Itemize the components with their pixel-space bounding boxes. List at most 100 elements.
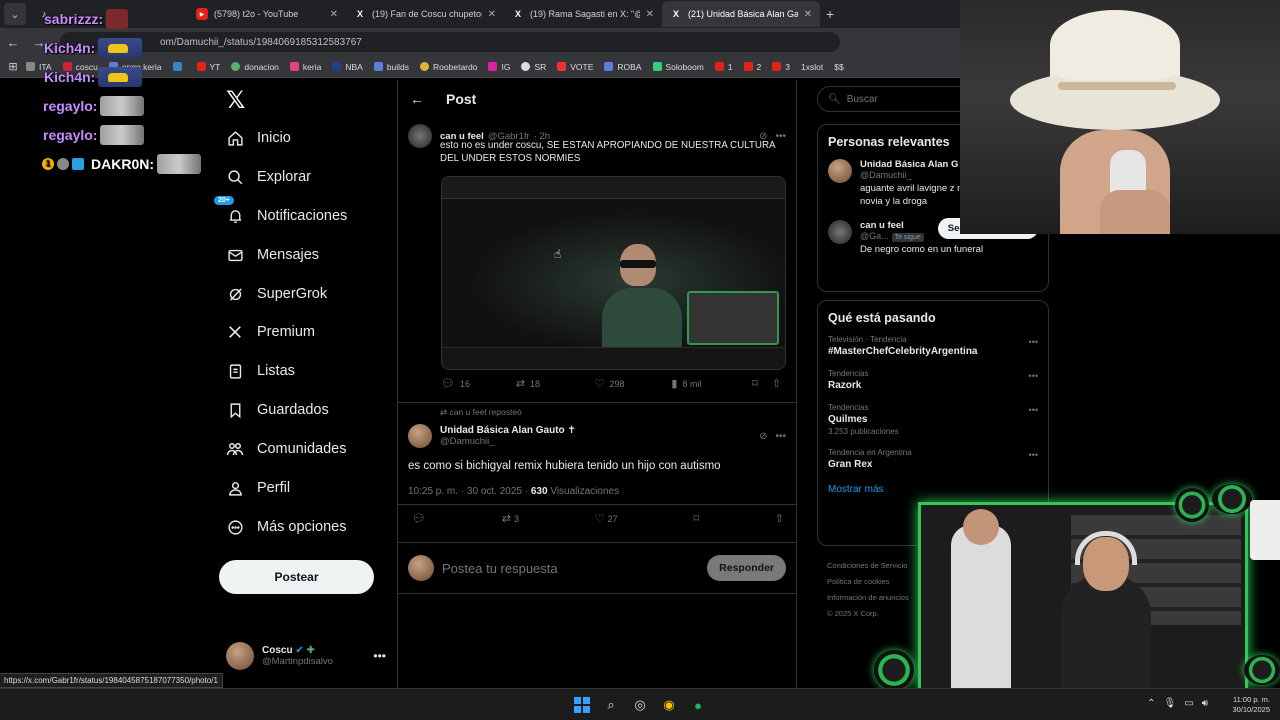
views-chart-icon: ▮ bbox=[671, 378, 678, 390]
like-action[interactable]: ♡ 27 bbox=[595, 512, 618, 525]
quoted-tweet[interactable]: can u feel @Gabr1fr · 2h ⊘ ••• esto no e… bbox=[398, 120, 796, 169]
avatar bbox=[226, 642, 254, 670]
nav-item-premium[interactable]: Premium bbox=[226, 320, 315, 344]
bookmark-item[interactable]: 2 bbox=[743, 62, 761, 72]
clock[interactable]: 11:00 p. m. 30/10/2025 bbox=[1232, 695, 1270, 715]
reply-action[interactable]: 💬︎ 16 bbox=[441, 377, 516, 390]
search-icon[interactable]: ⌕ bbox=[603, 697, 619, 713]
chat-emote bbox=[106, 8, 129, 29]
nav-item-bookmarks[interactable]: Guardados bbox=[226, 398, 329, 422]
nav-item-notifications[interactable]: 20+ Notificaciones bbox=[214, 196, 347, 228]
more-dots-icon[interactable]: ••• bbox=[1029, 450, 1038, 460]
grok-icon[interactable]: ⊘ bbox=[759, 431, 767, 442]
more-dots-icon[interactable]: ••• bbox=[1029, 405, 1038, 415]
apps-grid-icon[interactable]: ⊞ bbox=[0, 60, 26, 73]
trend-item[interactable]: Tendencias Razork ••• bbox=[818, 365, 1048, 399]
browser-tab-active[interactable]: X (21) Unidad Básica Alan Gauto ✕ bbox=[662, 1, 820, 27]
close-tab-icon[interactable]: ✕ bbox=[804, 9, 812, 20]
nav-item-messages[interactable]: Mensajes bbox=[226, 243, 319, 267]
reply-action[interactable]: 💬︎ bbox=[412, 512, 426, 525]
more-dots-icon[interactable]: ••• bbox=[373, 649, 386, 663]
volume-icon[interactable]: 🔊︎ bbox=[1202, 698, 1208, 709]
nav-item-lists[interactable]: Listas bbox=[226, 359, 295, 383]
bookmark-item[interactable]: NBA bbox=[332, 62, 363, 72]
nav-item-home[interactable]: Inicio bbox=[226, 126, 291, 150]
x-logo-icon[interactable]: 𝕏 bbox=[226, 86, 245, 115]
more-dots-icon[interactable]: ••• bbox=[775, 431, 786, 442]
bookmark-item[interactable]: 1 bbox=[714, 62, 733, 72]
bookmark-item[interactable]: Soloboom bbox=[652, 62, 704, 72]
bookmark-item[interactable]: 3 bbox=[772, 62, 790, 72]
mic-icon[interactable]: 🎙︎ bbox=[1164, 698, 1177, 709]
share-action[interactable]: ⇧ bbox=[772, 377, 786, 390]
views-action[interactable]: ▮ 8 mil bbox=[671, 377, 752, 390]
chat-badges: 1 bbox=[42, 157, 87, 170]
chat-emote bbox=[98, 66, 143, 87]
reply-button[interactable]: Responder bbox=[707, 555, 786, 581]
chrome-icon[interactable]: ◉ bbox=[661, 697, 677, 713]
nav-item-communities[interactable]: Comunidades bbox=[226, 437, 346, 461]
tweet-text: esto no es under coscu, SE ESTAN APROPIA… bbox=[440, 140, 776, 164]
tab-search-button[interactable]: ⌄ bbox=[4, 3, 26, 25]
tweet-meta: 10:25 p. m. · 30 oct. 2025 · 630 Visuali… bbox=[408, 486, 620, 497]
bookmark-item[interactable]: builds bbox=[373, 62, 409, 72]
post-button[interactable]: Postear bbox=[219, 560, 374, 594]
trend-item[interactable]: Tendencias Quilmes 3.253 publicaciones •… bbox=[818, 399, 1048, 444]
trend-item[interactable]: Televisión · Tendencia #MasterChefCelebr… bbox=[818, 331, 1048, 365]
bookmark-item[interactable]: 1xslot bbox=[801, 62, 823, 72]
account-switcher[interactable]: Coscu ✔ ✚ @Martinpdisalvo ••• bbox=[226, 642, 386, 670]
casino-chip-icon bbox=[1212, 484, 1252, 514]
quoted-actions: 💬︎ 16 ⇄ 18 ♡ 298 ▮ 8 mil ⌑ ⇧ bbox=[441, 377, 786, 390]
repost-action[interactable]: ⇄ 3 bbox=[502, 512, 519, 525]
bookmark-item[interactable]: $$ bbox=[834, 62, 843, 72]
repost-icon: ⇄ bbox=[501, 513, 514, 525]
x-icon: X bbox=[672, 9, 679, 19]
more-dots-icon[interactable]: ••• bbox=[775, 131, 786, 142]
bookmark-action[interactable]: ⌑ bbox=[693, 512, 699, 525]
avatar[interactable] bbox=[408, 124, 432, 148]
tweet-media-image[interactable]: ☝ bbox=[441, 176, 786, 370]
nav-item-profile[interactable]: Perfil bbox=[226, 476, 290, 500]
nav-item-more[interactable]: Más opciones bbox=[226, 515, 346, 539]
bookmark-item[interactable]: keria bbox=[289, 62, 321, 72]
bookmark-icon: ⌑ bbox=[752, 378, 758, 390]
close-tab-icon[interactable]: ✕ bbox=[488, 9, 496, 20]
network-icon[interactable]: ▭ bbox=[1184, 698, 1193, 709]
nav-item-explore[interactable]: Explorar bbox=[226, 165, 311, 189]
browser-tab-coscu[interactable]: X (19) Fan de Coscu chupeton en ✕ bbox=[346, 1, 504, 27]
more-dots-icon[interactable]: ••• bbox=[1029, 337, 1038, 347]
avatar bbox=[408, 555, 434, 581]
nav-item-supergrok[interactable]: SuperGrok bbox=[226, 282, 327, 306]
bookmark-icon: ⌑ bbox=[693, 513, 700, 525]
new-tab-button[interactable]: + bbox=[826, 6, 834, 22]
avatar bbox=[828, 159, 852, 183]
bookmark-action[interactable]: ⌑ bbox=[752, 377, 772, 390]
bookmark-icon bbox=[289, 62, 299, 71]
chevron-up-icon[interactable]: ⌃ bbox=[1147, 698, 1155, 709]
reply-input[interactable]: Postea tu respuesta bbox=[442, 561, 707, 576]
browser-tab-rama[interactable]: X (19) Rama Sagasti en X: "@Mar ✕ bbox=[504, 1, 662, 27]
spotify-icon[interactable]: ● bbox=[690, 697, 706, 713]
back-arrow-icon[interactable]: ← bbox=[410, 91, 424, 107]
bookmark-item[interactable]: IG bbox=[488, 62, 510, 72]
share-action[interactable]: ⇧ bbox=[775, 512, 784, 525]
trend-item[interactable]: Tendencia en Argentina Gran Rex ••• bbox=[818, 444, 1048, 478]
obs-icon[interactable]: ◎ bbox=[632, 697, 648, 713]
close-tab-icon[interactable]: ✕ bbox=[646, 9, 654, 20]
bookmark-item[interactable]: ROBA bbox=[604, 62, 642, 72]
like-action[interactable]: ♡ 298 bbox=[595, 377, 672, 390]
more-dots-icon[interactable]: ••• bbox=[1029, 371, 1038, 381]
grok-icon bbox=[226, 285, 244, 303]
repost-action[interactable]: ⇄ 18 bbox=[516, 377, 595, 390]
close-tab-icon[interactable]: ✕ bbox=[330, 9, 338, 20]
bookmark-item[interactable]: Roobetardo bbox=[420, 62, 477, 72]
bookmark-item[interactable]: VOTE bbox=[557, 62, 593, 72]
avatar[interactable] bbox=[408, 424, 432, 448]
back-arrow-icon[interactable]: ← bbox=[0, 35, 26, 50]
bookmark-icon bbox=[420, 62, 430, 71]
bookmark-item[interactable]: donacion bbox=[231, 62, 279, 72]
bookmark-item[interactable]: SR bbox=[521, 62, 546, 72]
windows-start-icon[interactable] bbox=[574, 697, 590, 713]
tweet-header: Unidad Básica Alan Gauto ✝ @Damuchii_ ⊘ … bbox=[408, 424, 786, 448]
instagram-icon bbox=[488, 62, 498, 71]
